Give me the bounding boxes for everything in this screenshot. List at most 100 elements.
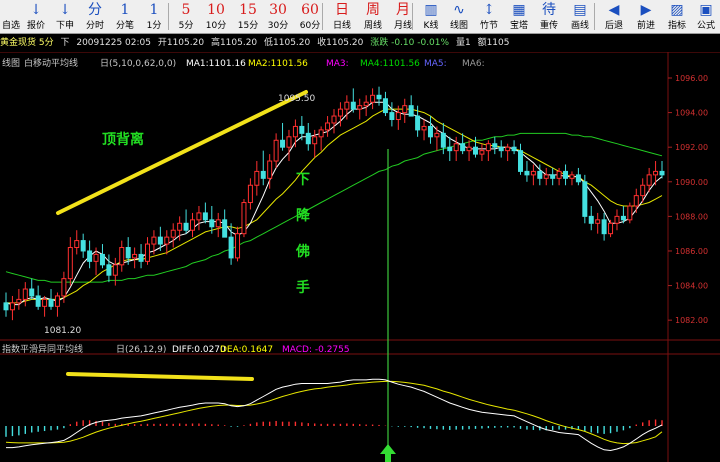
falling-hand-char: 降 xyxy=(296,207,311,224)
toolbar-separator xyxy=(412,3,413,30)
toolbar-icon-13: 月 xyxy=(396,2,410,18)
candle-body xyxy=(3,302,9,311)
macd-divergence-line xyxy=(66,372,254,381)
dea-line xyxy=(5,380,663,445)
candle-body xyxy=(312,136,318,145)
candle-body xyxy=(215,219,221,228)
legend-ma1: MA1:1101.16 xyxy=(186,59,246,69)
toolbar-button-21[interactable]: ▶ 前进 xyxy=(630,0,662,33)
candle-body xyxy=(157,236,163,245)
toolbar-button-5[interactable]: 1 1分 xyxy=(140,0,168,33)
candle-body xyxy=(22,288,28,300)
candle-body xyxy=(9,302,15,311)
candle-body xyxy=(460,143,466,152)
toolbar-button-14[interactable]: ▥ K线 xyxy=(418,0,444,33)
candle-body xyxy=(177,222,183,231)
candle-body xyxy=(183,222,189,231)
y-tick-label: 1084.00 xyxy=(675,282,708,291)
toolbar-button-7[interactable]: 10 10分 xyxy=(200,0,232,33)
toolbar-label-4: 分笔 xyxy=(115,21,134,31)
toolbar-button-13[interactable]: 月月线 xyxy=(388,0,418,33)
kline-chart[interactable]: 线图 白移动平均线 日(5,10,0,62,0,0) MA1:1101.16 M… xyxy=(0,52,720,462)
candle-body xyxy=(427,125,433,138)
toolbar-icon-1: ↓ xyxy=(30,2,42,18)
toolbar-separator xyxy=(322,3,323,30)
top-divergence-line xyxy=(56,90,308,215)
candle-body xyxy=(376,94,382,100)
toolbar-icon-11: 日 xyxy=(335,2,349,18)
legend-macd-params: 日(26,12,9) xyxy=(116,344,166,355)
candle-body xyxy=(415,115,421,131)
toolbar-button-8[interactable]: 15 15分 xyxy=(233,0,263,33)
toolbar-button-12[interactable]: 周周线 xyxy=(358,0,388,33)
candle-body xyxy=(209,219,215,228)
legend-ma6: MA6: xyxy=(462,59,485,69)
legend-ma3: MA3: xyxy=(326,59,349,69)
candle-body xyxy=(235,233,241,259)
candle-body xyxy=(164,236,170,245)
y-tick-label: 1086.00 xyxy=(675,247,708,256)
toolbar-button-6[interactable]: 5 5分 xyxy=(172,0,200,33)
candle-body xyxy=(550,174,556,179)
toolbar-icon-5: 1 xyxy=(149,2,159,18)
toolbar-label-11: 日线 xyxy=(332,21,351,31)
candle-body xyxy=(151,236,157,245)
toolbar-icon-0 xyxy=(0,0,22,20)
toolbar-icon-17: ▦ xyxy=(512,2,526,18)
candle-body xyxy=(112,264,118,276)
candle-body xyxy=(370,94,376,103)
quote-change: 涨跌 -0.10 -0.01% xyxy=(370,38,450,48)
candle-body xyxy=(492,143,498,148)
candle-body xyxy=(653,170,659,176)
candle-body xyxy=(511,146,517,152)
candle-body xyxy=(138,253,144,262)
candle-body xyxy=(563,170,569,179)
toolbar-label-7: 10分 xyxy=(205,21,227,31)
candle-body xyxy=(29,288,35,297)
candle-body xyxy=(408,105,414,117)
legend-diff: DIFF:0.0270 xyxy=(172,345,226,355)
candle-body xyxy=(99,253,105,266)
quote-time: 20091225 02:05 xyxy=(76,38,151,48)
candle-body xyxy=(434,132,440,138)
candle-body xyxy=(537,170,543,179)
candle-body xyxy=(646,174,652,186)
candle-body xyxy=(67,247,73,280)
toolbar-button-23[interactable]: ▣ 公式 xyxy=(692,0,720,33)
quote-direction: 下 xyxy=(60,38,70,48)
toolbar-button-16[interactable]: ↕ 竹节 xyxy=(474,0,504,33)
toolbar-button-22[interactable]: ▨ 指标 xyxy=(662,0,692,33)
toolbar-icon-4: 1 xyxy=(120,2,130,18)
toolbar-button-19[interactable]: ▤ 画线 xyxy=(564,0,596,33)
candle-body xyxy=(659,170,665,176)
toolbar-button-2[interactable]: ↓ 下申 xyxy=(50,0,80,33)
toolbar-button-17[interactable]: ▦ 宝塔 xyxy=(504,0,534,33)
toolbar-button-9[interactable]: 30 30分 xyxy=(262,0,294,33)
toolbar-icon-18: 待 xyxy=(542,2,556,18)
candle-body xyxy=(595,219,601,224)
candle-body xyxy=(125,247,131,259)
toolbar-button-4[interactable]: 1 分笔 xyxy=(110,0,140,33)
toolbar-icon-3: 分 xyxy=(88,2,102,18)
toolbar-button-18[interactable]: 待重传 xyxy=(534,0,564,33)
toolbar-button-15[interactable]: ∿ 线图 xyxy=(444,0,474,33)
quote-bar: 黄金现货 5分 下 20091225 02:05 开1105.20 高1105.… xyxy=(0,35,720,52)
toolbar-button-0[interactable]: 自选 xyxy=(0,0,22,33)
candle-body xyxy=(601,219,607,235)
candle-body xyxy=(331,115,337,124)
toolbar-separator xyxy=(168,3,169,30)
toolbar-button-20[interactable]: ◀ 后退 xyxy=(598,0,630,33)
y-tick-label: 1096.00 xyxy=(675,74,708,83)
candle-body xyxy=(318,129,324,138)
toolbar-icon-6: 5 xyxy=(181,2,191,18)
candle-body xyxy=(447,146,453,152)
toolbar-button-11[interactable]: 日日线 xyxy=(326,0,358,33)
candle-body xyxy=(325,122,331,131)
toolbar-button-3[interactable]: 分分时 xyxy=(80,0,110,33)
toolbar-label-0: 自选 xyxy=(1,21,20,31)
legend-main-prefix: 线图 xyxy=(2,57,20,69)
candle-body xyxy=(228,236,234,259)
candle-body xyxy=(54,295,60,307)
toolbar-button-1[interactable]: ↓ 报价 xyxy=(22,0,50,33)
candle-body xyxy=(530,170,536,176)
